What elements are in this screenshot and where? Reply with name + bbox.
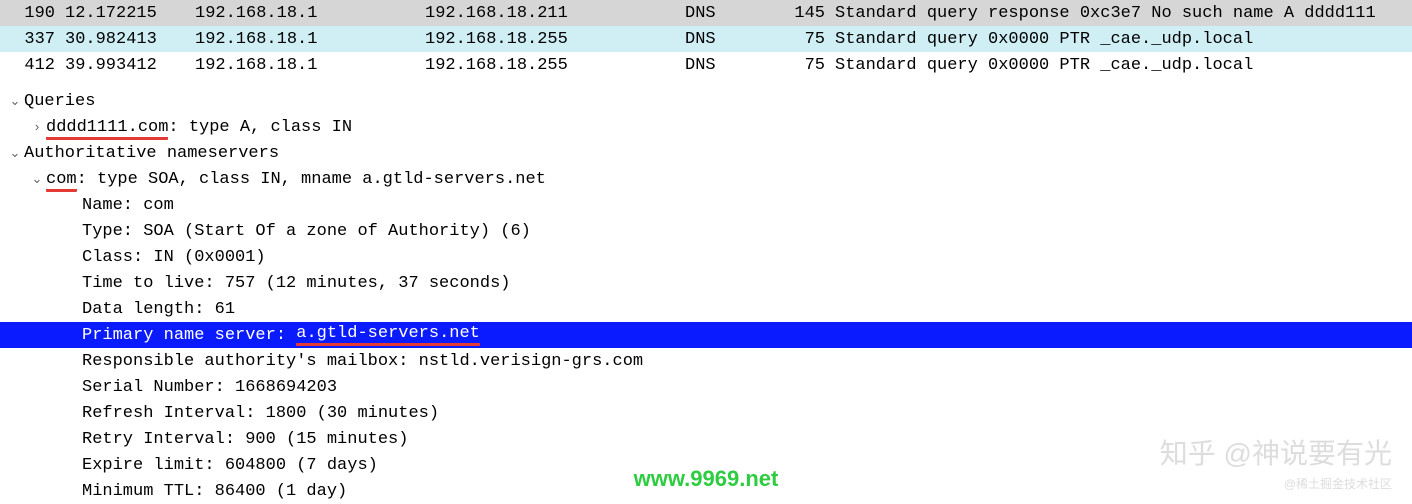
col-time: 30.982413 — [65, 30, 195, 49]
field-value: Type: SOA (Start Of a zone of Authority)… — [82, 222, 531, 241]
tree-item-field-selected[interactable]: Primary name server: a.gtld-servers.net — [0, 322, 1412, 348]
tree-item-soa[interactable]: ⌄ com: type SOA, class IN, mname a.gtld-… — [0, 166, 1412, 192]
field-value: Class: IN (0x0001) — [82, 248, 266, 267]
col-len: 75 — [775, 30, 835, 49]
field-value: Time to live: 757 (12 minutes, 37 second… — [82, 274, 510, 293]
col-proto: DNS — [685, 30, 775, 49]
tree-item-field[interactable]: Class: IN (0x0001) — [0, 244, 1412, 270]
field-value: Refresh Interval: 1800 (30 minutes) — [82, 404, 439, 423]
col-proto: DNS — [685, 56, 775, 75]
highlight-tld: com — [46, 170, 77, 192]
tree-item-query[interactable]: › dddd1111.com: type A, class IN — [0, 114, 1412, 140]
tree-label: com: type SOA, class IN, mname a.gtld-se… — [46, 170, 546, 189]
tree-label: dddd1111.com: type A, class IN — [46, 118, 352, 137]
field-value: Data length: 61 — [82, 300, 235, 319]
highlight-server: a.gtld-servers.net — [296, 324, 480, 346]
tree-label-suffix: : type A, class IN — [168, 118, 352, 137]
col-len: 145 — [775, 4, 835, 23]
packet-row[interactable]: 190 12.172215 192.168.18.1 192.168.18.21… — [0, 0, 1412, 26]
col-info: Standard query 0x0000 PTR _cae._udp.loca… — [835, 30, 1412, 49]
col-time: 39.993412 — [65, 56, 195, 75]
tree-item-auth-ns[interactable]: ⌄ Authoritative nameservers — [0, 140, 1412, 166]
tree-item-field[interactable]: Name: com — [0, 192, 1412, 218]
tree-item-field[interactable]: Expire limit: 604800 (7 days) — [0, 452, 1412, 478]
col-dst: 192.168.18.255 — [425, 30, 685, 49]
chevron-down-icon[interactable]: ⌄ — [6, 146, 24, 161]
packet-row[interactable]: 337 30.982413 192.168.18.1 192.168.18.25… — [0, 26, 1412, 52]
col-src: 192.168.18.1 — [195, 30, 425, 49]
col-no: 337 — [10, 30, 65, 49]
chevron-down-icon[interactable]: ⌄ — [6, 94, 24, 109]
col-no: 190 — [10, 4, 65, 23]
tree-label: Queries — [24, 92, 95, 111]
tree-item-queries[interactable]: ⌄ Queries — [0, 88, 1412, 114]
tree-item-field[interactable]: Refresh Interval: 1800 (30 minutes) — [0, 400, 1412, 426]
chevron-right-icon[interactable]: › — [28, 120, 46, 135]
col-len: 75 — [775, 56, 835, 75]
tree-item-field[interactable]: Data length: 61 — [0, 296, 1412, 322]
highlight-domain: dddd1111.com — [46, 118, 168, 140]
col-info: Standard query response 0xc3e7 No such n… — [835, 4, 1412, 23]
field-value: Name: com — [82, 196, 174, 215]
col-time: 12.172215 — [65, 4, 195, 23]
tree-item-field[interactable]: Serial Number: 1668694203 — [0, 374, 1412, 400]
field-value: Expire limit: 604800 (7 days) — [82, 456, 378, 475]
col-src: 192.168.18.1 — [195, 4, 425, 23]
tree-item-field[interactable]: Type: SOA (Start Of a zone of Authority)… — [0, 218, 1412, 244]
field-value: Serial Number: 1668694203 — [82, 378, 337, 397]
field-value: Retry Interval: 900 (15 minutes) — [82, 430, 408, 449]
packet-details: ⌄ Queries › dddd1111.com: type A, class … — [0, 78, 1412, 504]
field-value: Responsible authority's mailbox: nstld.v… — [82, 352, 643, 371]
col-no: 412 — [10, 56, 65, 75]
col-dst: 192.168.18.255 — [425, 56, 685, 75]
col-proto: DNS — [685, 4, 775, 23]
tree-item-field[interactable]: Minimum TTL: 86400 (1 day) — [0, 478, 1412, 504]
tree-label: Authoritative nameservers — [24, 144, 279, 163]
field-label: Primary name server: — [82, 326, 296, 345]
tree-label-suffix: : type SOA, class IN, mname a.gtld-serve… — [77, 170, 546, 189]
packet-row[interactable]: 412 39.993412 192.168.18.1 192.168.18.25… — [0, 52, 1412, 78]
col-dst: 192.168.18.211 — [425, 4, 685, 23]
field-value: Minimum TTL: 86400 (1 day) — [82, 482, 347, 501]
tree-item-field[interactable]: Retry Interval: 900 (15 minutes) — [0, 426, 1412, 452]
tree-item-field[interactable]: Responsible authority's mailbox: nstld.v… — [0, 348, 1412, 374]
packet-list: 190 12.172215 192.168.18.1 192.168.18.21… — [0, 0, 1412, 78]
col-info: Standard query 0x0000 PTR _cae._udp.loca… — [835, 56, 1412, 75]
tree-item-field[interactable]: Time to live: 757 (12 minutes, 37 second… — [0, 270, 1412, 296]
col-src: 192.168.18.1 — [195, 56, 425, 75]
chevron-down-icon[interactable]: ⌄ — [28, 172, 46, 187]
